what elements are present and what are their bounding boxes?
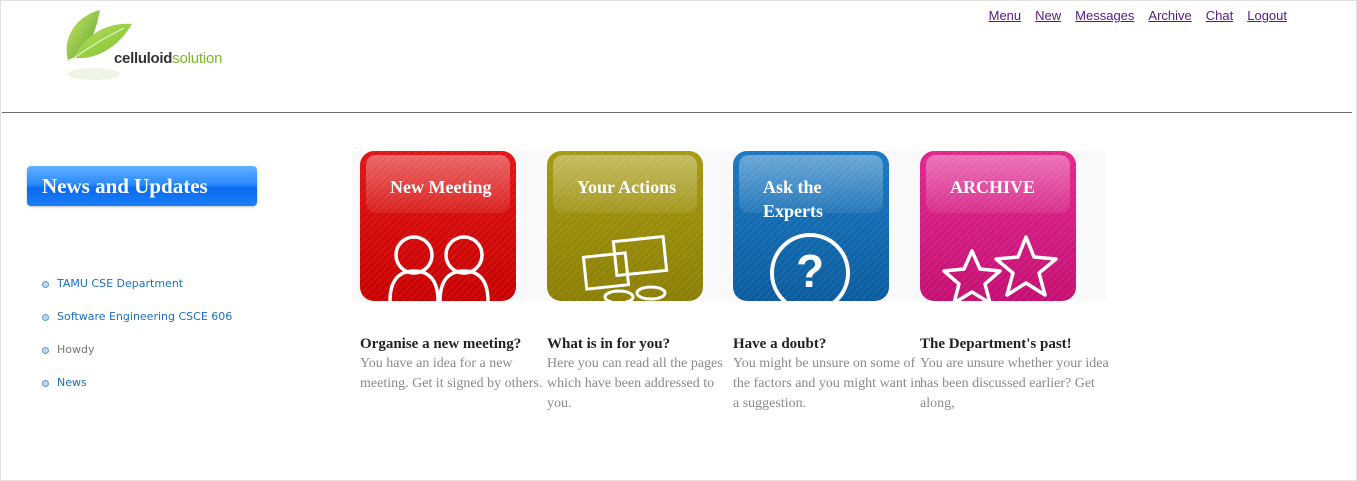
sidebar-link-csce-606[interactable]: Software Engineering CSCE 606 <box>57 310 232 323</box>
sidebar-link-tamu-cse[interactable]: TAMU CSE Department <box>57 277 183 290</box>
tile-new-meeting[interactable]: New Meeting <box>360 151 516 301</box>
nav-messages[interactable]: Messages <box>1075 8 1134 23</box>
list-item: TAMU CSE Department <box>42 277 232 310</box>
desc-ask-experts: Have a doubt? You might be unsure on som… <box>733 334 923 414</box>
bullet-icon <box>42 314 49 321</box>
sidebar-links: TAMU CSE Department Software Engineering… <box>42 277 232 409</box>
list-item: News <box>42 376 232 409</box>
question-icon: ? <box>770 233 850 301</box>
bullet-icon <box>42 347 49 354</box>
bullet-icon <box>42 281 49 288</box>
svg-text:?: ? <box>796 245 824 297</box>
desc-text: You might be unsure on some of the facto… <box>733 356 922 411</box>
list-item: Software Engineering CSCE 606 <box>42 310 232 343</box>
nav-chat[interactable]: Chat <box>1206 8 1233 23</box>
stars-icon <box>942 235 1058 301</box>
desc-archive: The Department's past! You are unsure wh… <box>920 334 1110 414</box>
desc-heading: The Department's past! <box>920 336 1072 352</box>
desc-your-actions: What is in for you? Here you can read al… <box>547 334 737 414</box>
tile-ask-experts[interactable]: Ask the Experts ? <box>733 151 889 301</box>
leaf-icon <box>66 10 132 80</box>
desc-text: You are unsure whether your idea has bee… <box>920 356 1109 411</box>
desc-heading: Have a doubt? <box>733 336 827 352</box>
desc-heading: Organise a new meeting? <box>360 336 522 352</box>
news-updates-header: News and Updates <box>27 166 257 206</box>
desc-new-meeting: Organise a new meeting? You have an idea… <box>360 334 550 394</box>
nav-new[interactable]: New <box>1035 8 1061 23</box>
nav-archive[interactable]: Archive <box>1148 8 1191 23</box>
bullet-icon <box>42 380 49 387</box>
celluloid-logo[interactable]: celluloidsolution <box>62 8 242 88</box>
nav-logout[interactable]: Logout <box>1247 8 1287 23</box>
desc-text: You have an idea for a new meeting. Get … <box>360 356 543 391</box>
top-nav: Menu New Messages Archive Chat Logout <box>989 8 1287 23</box>
nav-menu[interactable]: Menu <box>989 8 1022 23</box>
tile-your-actions[interactable]: Your Actions <box>547 151 703 301</box>
logo-word-solution: solution <box>172 50 223 67</box>
desc-heading: What is in for you? <box>547 336 671 352</box>
logo-word-celluloid: celluloid <box>114 50 173 67</box>
monitors-icon <box>581 234 669 301</box>
list-item: Howdy <box>42 343 232 376</box>
tile-archive[interactable]: ARCHIVE <box>920 151 1076 301</box>
news-updates-title: News and Updates <box>42 174 208 198</box>
desc-text: Here you can read all the pages which ha… <box>547 356 723 411</box>
people-icon <box>388 235 490 301</box>
header-divider <box>2 112 1352 113</box>
sidebar-link-news[interactable]: News <box>57 376 87 389</box>
sidebar-text-howdy: Howdy <box>57 343 95 356</box>
